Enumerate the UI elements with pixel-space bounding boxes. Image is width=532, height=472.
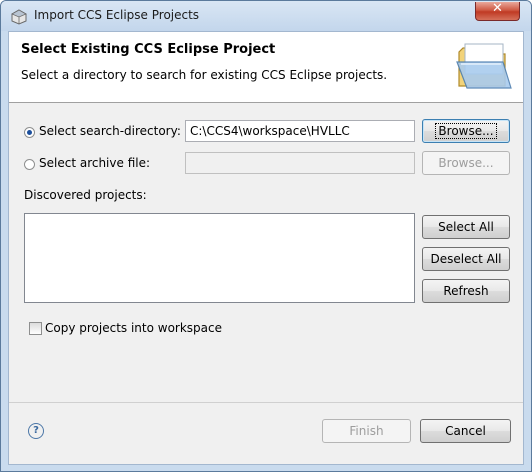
- folder-icon: [456, 43, 512, 89]
- search-browse-label: Browse...: [435, 123, 497, 139]
- wizard-header: Select Existing CCS Eclipse Project Sele…: [9, 32, 523, 103]
- footer-separator: [9, 402, 523, 403]
- search-directory-radio[interactable]: [24, 127, 35, 138]
- finish-button[interactable]: Finish: [322, 419, 411, 443]
- archive-file-browse-button[interactable]: Browse...: [422, 151, 510, 175]
- finish-label: Finish: [349, 424, 384, 438]
- discovered-projects-label: Discovered projects:: [24, 188, 147, 202]
- app-icon: [11, 9, 27, 25]
- discovered-projects-list[interactable]: [24, 213, 415, 303]
- archive-file-field[interactable]: [185, 152, 415, 174]
- dialog-body: Select Existing CCS Eclipse Project Sele…: [8, 31, 524, 465]
- select-all-button[interactable]: Select All: [422, 215, 510, 239]
- title-bar[interactable]: Import CCS Eclipse Projects ✕: [1, 1, 531, 31]
- cancel-button[interactable]: Cancel: [420, 419, 511, 443]
- close-icon: ✕: [492, 1, 503, 16]
- header-title: Select Existing CCS Eclipse Project: [21, 42, 276, 57]
- refresh-label: Refresh: [443, 284, 489, 298]
- deselect-all-button[interactable]: Deselect All: [422, 247, 510, 271]
- archive-browse-label: Browse...: [438, 156, 494, 170]
- help-icon[interactable]: ?: [28, 423, 44, 439]
- copy-projects-label[interactable]: Copy projects into workspace: [45, 321, 222, 335]
- import-dialog-window: Import CCS Eclipse Projects ✕ Select Exi…: [0, 0, 532, 472]
- search-directory-field[interactable]: C:\CCS4\workspace\HVLLC: [185, 120, 415, 142]
- copy-projects-checkbox[interactable]: [29, 322, 42, 335]
- header-description: Select a directory to search for existin…: [21, 68, 388, 82]
- archive-file-radio[interactable]: [24, 159, 35, 170]
- select-all-label: Select All: [438, 220, 494, 234]
- refresh-button[interactable]: Refresh: [422, 279, 510, 303]
- cancel-label: Cancel: [445, 424, 486, 438]
- deselect-all-label: Deselect All: [430, 252, 502, 266]
- search-directory-label[interactable]: Select search-directory:: [39, 124, 181, 138]
- search-directory-browse-button[interactable]: Browse...: [422, 119, 510, 143]
- close-button[interactable]: ✕: [475, 1, 520, 21]
- window-title: Import CCS Eclipse Projects: [34, 8, 200, 22]
- archive-file-label[interactable]: Select archive file:: [39, 156, 150, 170]
